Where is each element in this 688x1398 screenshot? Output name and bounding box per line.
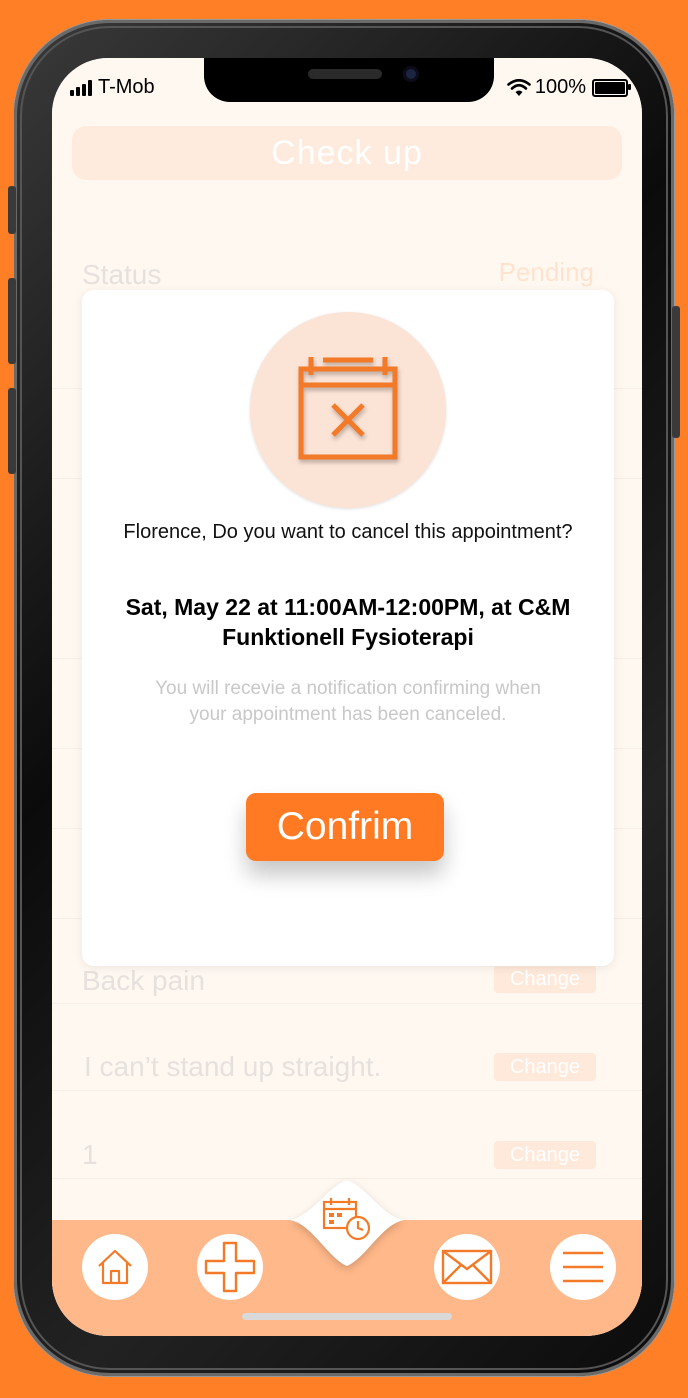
appointment-details: Sat, May 22 at 11:00AM-12:00PM, at C&M F… <box>125 594 571 650</box>
row-divider <box>52 1090 642 1091</box>
description-value: I can’t stand up straight. <box>84 1051 382 1082</box>
power-button <box>672 306 680 438</box>
cancel-appointment-dialog: Florence, Do you want to cancel this app… <box>82 290 614 966</box>
carrier-info: T-Mob <box>70 76 155 99</box>
menu-icon <box>563 1251 603 1283</box>
nav-add-button[interactable] <box>197 1234 263 1300</box>
volume-down-button <box>8 388 16 474</box>
notification-note: You will recevie a notification confirmi… <box>155 678 541 725</box>
change-button[interactable]: Change <box>494 1053 596 1081</box>
speaker <box>308 69 382 79</box>
signal-icon <box>70 78 92 96</box>
nav-menu-button[interactable] <box>550 1234 616 1300</box>
nav-appointments-button[interactable] <box>290 1178 404 1270</box>
page-title: Check up <box>72 126 622 180</box>
change-button[interactable]: Change <box>494 1141 596 1169</box>
home-icon <box>98 1249 132 1285</box>
cancel-question: Florence, Do you want to cancel this app… <box>123 521 573 543</box>
mute-switch <box>8 186 16 234</box>
nav-messages-button[interactable] <box>434 1234 500 1300</box>
status-right: 100% <box>507 76 631 99</box>
icon-circle <box>250 312 446 508</box>
phone-screen: T-Mob 100% Check up Status Pending Back … <box>52 58 642 1336</box>
wifi-icon <box>507 78 531 96</box>
battery-icon <box>592 78 631 97</box>
status-label: Status <box>82 259 162 290</box>
change-button[interactable]: Change <box>494 965 596 993</box>
nav-home-button[interactable] <box>82 1234 148 1300</box>
mail-icon <box>441 1249 493 1285</box>
plus-icon <box>204 1241 256 1293</box>
camera <box>403 66 419 82</box>
symptom-value: Back pain <box>82 965 205 996</box>
calendar-clock-icon <box>322 1198 371 1241</box>
volume-up-button <box>8 278 16 364</box>
pain-level-value: 1 <box>82 1139 98 1170</box>
carrier-name: T-Mob <box>98 76 155 98</box>
home-indicator <box>242 1313 452 1320</box>
row-divider <box>52 1003 642 1004</box>
confirm-button[interactable]: Confrim <box>246 793 444 861</box>
calendar-cancel-icon <box>298 357 398 460</box>
battery-percent: 100% <box>534 76 586 98</box>
status-value: Pending <box>498 257 594 287</box>
notch <box>204 58 494 102</box>
